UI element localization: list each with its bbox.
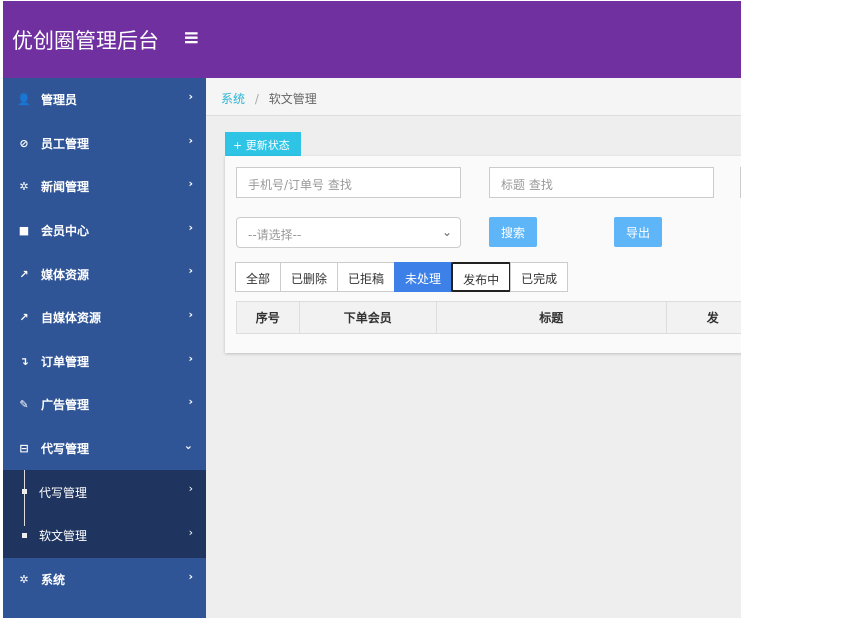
chevron-right-icon: › — [188, 133, 193, 147]
chevron-right-icon: › — [188, 90, 193, 103]
tree-dot-icon — [22, 532, 27, 538]
chevron-right-icon: › — [188, 569, 193, 583]
sidebar-item[interactable]: ↴ 订单管理 › — [3, 340, 206, 384]
sidebar: 👤 管理员 › ⊘ 员工管理 › ✲ 新闻管理 › ■ 会员中心 › ↗ 媒体资源 › ↗ 自媒体资源 › ↴ 订单管… — [3, 78, 206, 618]
tree-dot-icon — [22, 489, 27, 495]
col-header[interactable]: 序号 — [236, 301, 300, 334]
col-header[interactable]: 发 — [665, 301, 741, 334]
chevron-right-icon: › — [188, 264, 193, 278]
sidebar-item[interactable]: ✎ 广告管理 › — [3, 383, 206, 427]
menu-toggle-icon[interactable]: ≡ — [183, 25, 200, 49]
status-tabs: 全部 已删除 已拒稿 未处理 发布中 已完成 — [235, 262, 569, 292]
search-button[interactable]: 搜索 — [489, 217, 538, 247]
chevron-right-icon: › — [188, 482, 193, 496]
sidebar-item[interactable]: ↗ 自媒体资源 › — [3, 296, 206, 340]
sidebar-item[interactable]: ■ 会员中心 › — [3, 209, 206, 253]
status-tab[interactable]: 全部 — [235, 262, 282, 292]
sidebar-item-label: 新闻管理 — [41, 180, 90, 195]
app-title: 优创圈管理后台 — [12, 29, 159, 53]
col-header[interactable]: 标题 — [435, 301, 667, 334]
export-button[interactable]: 导出 — [614, 217, 663, 247]
compass-icon: ⊘ — [19, 136, 29, 150]
sidebar-item[interactable]: ↗ 媒体资源 › — [3, 252, 206, 296]
data-table: 序号 下单会员 标题 发 — [236, 301, 741, 334]
chevron-right-icon: › — [188, 351, 193, 365]
sidebar-item-label: 会员中心 — [41, 224, 90, 239]
submenu: 代写管理 › 软文管理 › — [3, 470, 206, 558]
sidebar-subitem-ruanwen[interactable]: 软文管理 › — [3, 514, 206, 558]
breadcrumb-separator: / — [254, 92, 259, 106]
status-tab[interactable]: 已删除 — [280, 262, 339, 292]
gear-icon: ✲ — [19, 572, 29, 586]
gear-icon: ✲ — [19, 180, 29, 194]
sidebar-item[interactable]: ✲ 新闻管理 › — [3, 165, 206, 209]
phone-order-search-input[interactable]: 手机号/订单号 查找 — [236, 167, 461, 198]
select-value: --请选择-- — [248, 228, 302, 242]
breadcrumb-current: 软文管理 — [268, 92, 317, 106]
sidebar-item-label: 管理员 — [41, 93, 78, 108]
chevron-down-icon: ⌄ — [183, 438, 193, 452]
subitem-label: 代写管理 — [39, 485, 88, 500]
minus-square-icon: ⊟ — [19, 442, 29, 456]
col-header[interactable]: 下单会员 — [298, 301, 437, 334]
arrow-down-icon: ↴ — [19, 354, 29, 368]
subitem-label: 软文管理 — [39, 529, 88, 544]
sidebar-item-system[interactable]: ✲ 系统 › — [3, 558, 206, 602]
status-tab[interactable]: 发布中 — [451, 262, 512, 292]
filter-panel: 手机号/订单号 查找 标题 查找 --请选择-- ⌄ 搜索 导出 全部 已删除 已拒稿… — [225, 156, 741, 353]
sidebar-item-label: 媒体资源 — [41, 267, 90, 282]
video-icon: ■ — [18, 224, 30, 238]
sidebar-item-label: 自媒体资源 — [41, 311, 102, 326]
share-icon: ↗ — [19, 267, 29, 281]
status-select[interactable]: --请选择-- ⌄ — [236, 217, 461, 248]
app: 优创圈管理后台 ≡ 👤 管理员 › ⊘ 员工管理 › ✲ 新闻管理 › ■ 会员中心 › ↗ 媒体资源 › ↗… — [3, 1, 741, 618]
chevron-right-icon: › — [188, 395, 193, 409]
sidebar-subitem-daixie[interactable]: 代写管理 › — [3, 470, 206, 514]
user-icon: 👤 — [17, 93, 31, 107]
status-tab[interactable]: 未处理 — [394, 262, 453, 292]
chevron-right-icon: › — [188, 307, 193, 321]
top-header: 优创圈管理后台 ≡ — [3, 1, 741, 78]
edit-icon: ✎ — [19, 398, 29, 412]
sidebar-item[interactable]: ⊘ 员工管理 › — [3, 122, 206, 166]
title-search-input[interactable]: 标题 查找 — [489, 167, 714, 198]
sidebar-item-label: 员工管理 — [41, 136, 90, 151]
chevron-right-icon: › — [188, 525, 193, 539]
breadcrumb: 系统 / 软文管理 — [206, 78, 741, 116]
update-status-button[interactable]: + 更新状态 — [225, 132, 301, 156]
sidebar-item[interactable]: 👤 管理员 › — [3, 78, 206, 122]
chevron-right-icon: › — [188, 177, 193, 191]
chevron-down-icon: ⌄ — [441, 225, 452, 239]
sidebar-item[interactable]: ⊟ 代写管理 ⌄ — [3, 427, 206, 471]
sidebar-item-label: 广告管理 — [41, 398, 90, 413]
sidebar-item-label: 系统 — [41, 572, 66, 587]
status-tab[interactable]: 已完成 — [510, 262, 569, 292]
status-tab[interactable]: 已拒稿 — [337, 262, 396, 292]
chevron-right-icon: › — [188, 220, 193, 234]
third-input[interactable] — [740, 167, 741, 198]
breadcrumb-link-system[interactable]: 系统 — [221, 92, 245, 106]
sidebar-item-label: 订单管理 — [41, 354, 90, 369]
share-icon: ↗ — [19, 311, 29, 325]
sidebar-item-label: 代写管理 — [41, 442, 90, 457]
